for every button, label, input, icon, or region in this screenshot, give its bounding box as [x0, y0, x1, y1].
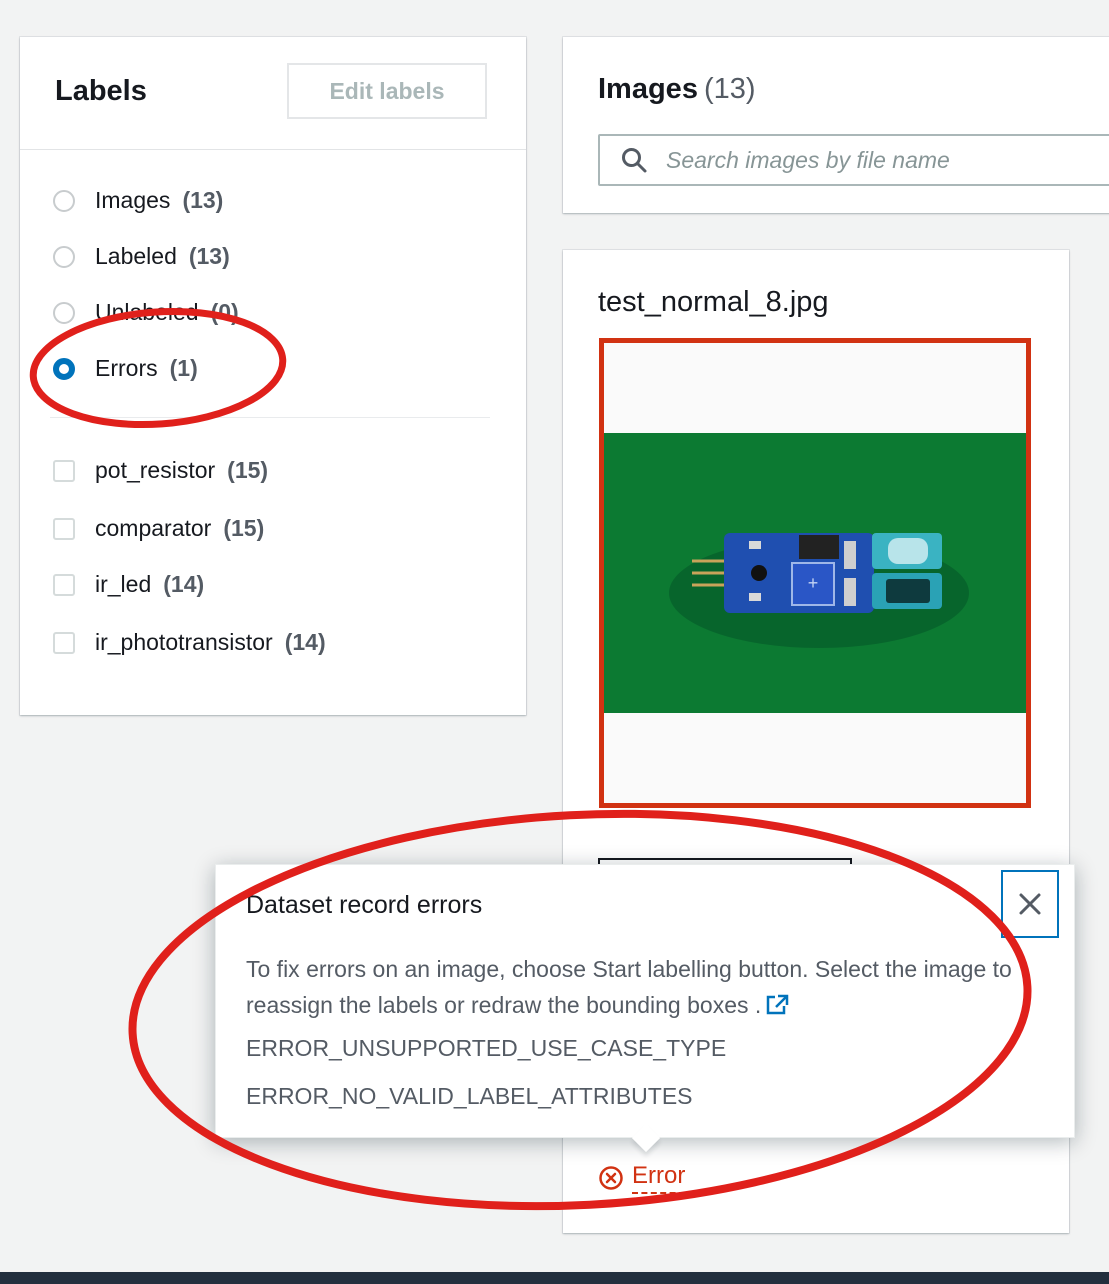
error-status[interactable]: Error	[598, 1162, 686, 1194]
close-button[interactable]	[1001, 870, 1059, 938]
filter-count: (13)	[188, 243, 230, 269]
error-icon	[599, 1166, 623, 1190]
error-code: ERROR_UNSUPPORTED_USE_CASE_TYPE	[246, 1035, 727, 1061]
images-panel: Images (13)	[563, 37, 1109, 213]
label-name: comparator	[95, 515, 212, 541]
labels-title: Labels	[55, 75, 147, 107]
label-comparator[interactable]: comparator (15)	[53, 515, 264, 542]
radio-button-selected[interactable]	[53, 357, 75, 380]
label-count: (15)	[223, 515, 265, 541]
label-count: (15)	[227, 457, 269, 483]
search-input[interactable]	[664, 145, 1088, 175]
checkbox[interactable]	[53, 459, 75, 482]
error-status-label[interactable]: Error	[632, 1162, 686, 1194]
filter-label: Images	[95, 187, 171, 213]
label-ir-led[interactable]: ir_led (14)	[53, 571, 204, 598]
filter-label: Labeled	[95, 243, 177, 269]
filter-label: Errors	[95, 355, 158, 381]
filter-count: (13)	[182, 187, 224, 213]
close-icon	[1019, 893, 1041, 915]
image-preview: +	[604, 433, 1026, 713]
label-count: (14)	[163, 571, 205, 597]
filter-label: Unlabeled	[95, 299, 199, 325]
footer-bar	[0, 1272, 1109, 1284]
filter-errors[interactable]: Errors (1)	[53, 355, 198, 382]
radio-button[interactable]	[53, 189, 75, 212]
external-link-icon[interactable]	[765, 994, 789, 1016]
filter-count: (1)	[169, 355, 198, 381]
radio-button[interactable]	[53, 245, 75, 268]
labels-panel: Labels Edit labels Images (13) Labeled (…	[20, 37, 526, 715]
label-pot-resistor[interactable]: pot_resistor (15)	[53, 457, 268, 484]
checkbox[interactable]	[53, 631, 75, 654]
filter-count: (0)	[210, 299, 239, 325]
label-name: ir_phototransistor	[95, 629, 273, 655]
label-ir-phototransistor[interactable]: ir_phototransistor (14)	[53, 629, 326, 656]
checkbox[interactable]	[53, 517, 75, 540]
images-title-text: Images	[598, 73, 698, 105]
search-box[interactable]	[598, 134, 1109, 186]
label-name: ir_led	[95, 571, 152, 597]
popover-body: To fix errors on an image, choose Start …	[246, 951, 1016, 1023]
sensor-board-illustration: +	[669, 533, 969, 648]
radio-button[interactable]	[53, 301, 75, 324]
image-file-name: test_normal_8.jpg	[598, 286, 829, 318]
popover-title: Dataset record errors	[246, 891, 483, 919]
image-thumbnail[interactable]: +	[599, 338, 1031, 808]
images-title: Images (13)	[598, 73, 756, 106]
label-count: (14)	[284, 629, 326, 655]
divider	[20, 149, 526, 150]
divider	[50, 417, 490, 418]
search-icon	[622, 148, 647, 173]
label-name: pot_resistor	[95, 457, 216, 483]
images-count: (13)	[703, 73, 756, 105]
edit-labels-button[interactable]: Edit labels	[287, 63, 487, 119]
filter-labeled[interactable]: Labeled (13)	[53, 243, 230, 270]
filter-images[interactable]: Images (13)	[53, 187, 223, 214]
dataset-errors-popover: Dataset record errors To fix errors on a…	[215, 864, 1075, 1153]
checkbox[interactable]	[53, 573, 75, 596]
filter-unlabeled[interactable]: Unlabeled (0)	[53, 299, 239, 326]
svg-text:+: +	[808, 573, 819, 593]
error-code: ERROR_NO_VALID_LABEL_ATTRIBUTES	[246, 1083, 693, 1109]
popover-body-text: To fix errors on an image, choose Start …	[246, 956, 1012, 1018]
